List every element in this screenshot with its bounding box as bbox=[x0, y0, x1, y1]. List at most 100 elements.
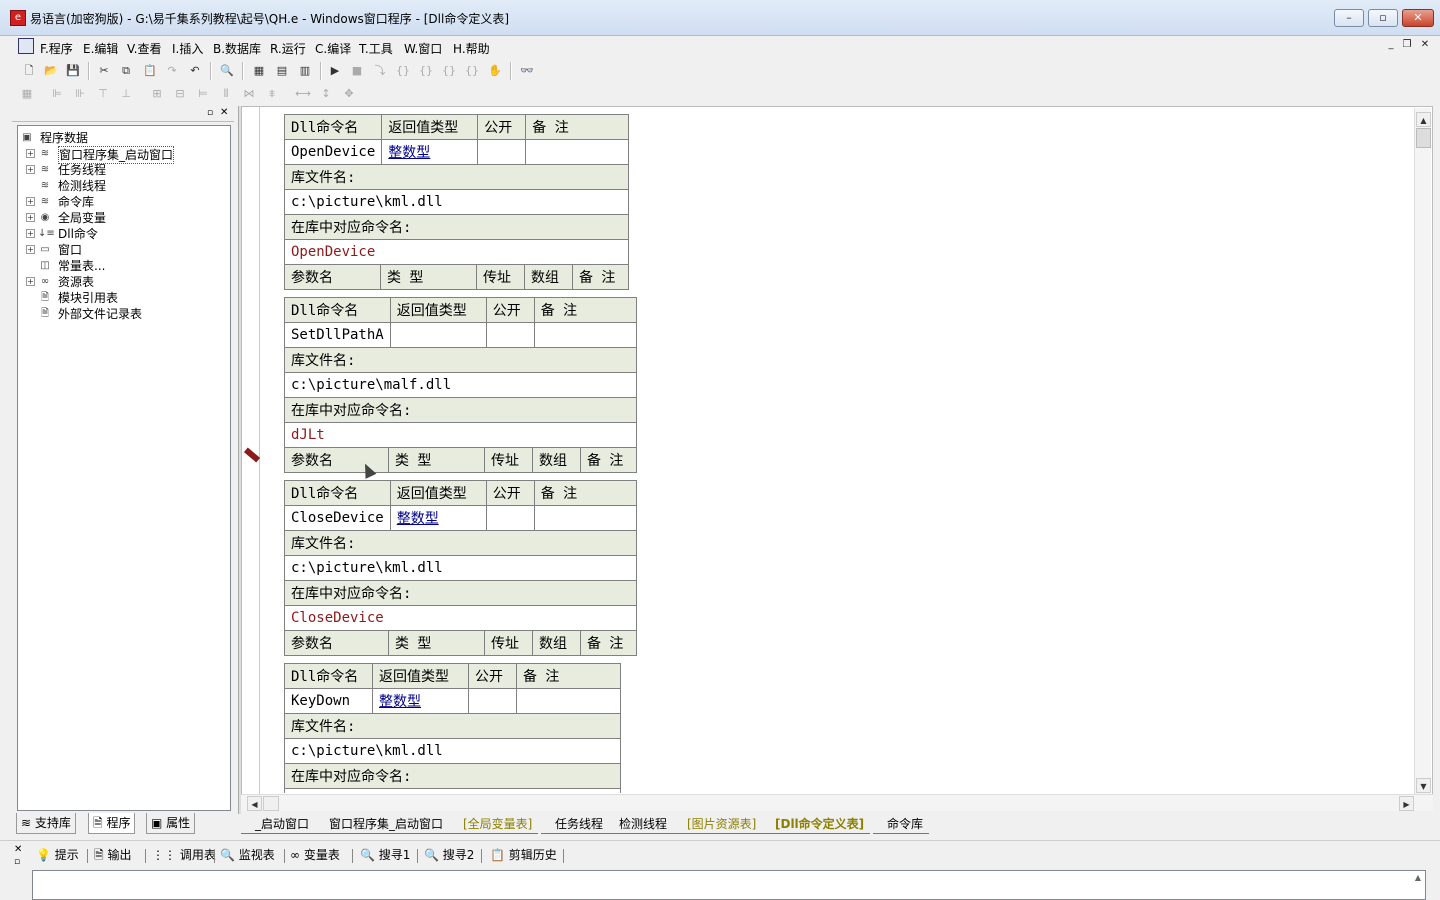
dll-name-cell[interactable]: CloseDevice bbox=[284, 505, 391, 531]
tree-item[interactable]: ≋ 检测线程 bbox=[26, 178, 226, 194]
dll-return-type[interactable]: 整数型 bbox=[381, 139, 479, 165]
tree-item[interactable]: + ▭ 窗口 bbox=[26, 242, 226, 258]
layout1-icon[interactable]: ▦ bbox=[250, 62, 268, 80]
same-width-icon[interactable]: ⊨ bbox=[194, 85, 212, 103]
expand-icon[interactable]: + bbox=[26, 277, 35, 286]
menu-view[interactable]: V.查看 bbox=[127, 40, 161, 57]
paste-icon[interactable]: 📋 bbox=[141, 62, 159, 80]
output-area[interactable]: ▲ bbox=[32, 870, 1426, 900]
expand-icon[interactable]: + bbox=[26, 165, 35, 174]
binoculars-icon[interactable]: 👓 bbox=[518, 62, 536, 80]
mdi-restore-icon[interactable]: ❐ bbox=[1400, 39, 1414, 53]
panel-pin-icon[interactable]: ▫ bbox=[207, 108, 213, 118]
dll-name-cell[interactable]: OpenDevice bbox=[283, 139, 383, 165]
tree-item[interactable]: 🗎 模块引用表 bbox=[26, 290, 226, 306]
align-bottom-icon[interactable]: ⊥ bbox=[117, 85, 135, 103]
tab-task-thread[interactable]: 任务线程 bbox=[541, 815, 610, 834]
align-top-icon[interactable]: ⊤ bbox=[94, 85, 112, 103]
run-icon[interactable]: ▶ bbox=[326, 62, 344, 80]
dll-note-cell[interactable] bbox=[533, 505, 638, 531]
dll-lib-path[interactable]: c:\picture\malf.dll bbox=[284, 372, 637, 398]
document-icon[interactable] bbox=[18, 38, 34, 54]
dll-public-cell[interactable] bbox=[477, 139, 527, 165]
panel-close-icon[interactable]: ✕ bbox=[14, 844, 22, 855]
mdi-minimize-icon[interactable]: _ bbox=[1384, 39, 1398, 53]
size-height-icon[interactable]: ↕ bbox=[317, 85, 335, 103]
step-icon[interactable]: ⤵ bbox=[371, 62, 389, 80]
tree-item[interactable]: + ≋ 命令库 bbox=[26, 194, 226, 210]
scroll-up-icon[interactable]: ▲ bbox=[1416, 112, 1431, 127]
tab-variables[interactable]: ∞ 变量表 bbox=[290, 847, 340, 863]
scroll-down-icon[interactable]: ▼ bbox=[1416, 778, 1431, 793]
scroll-thumb[interactable] bbox=[1416, 128, 1431, 148]
scroll-right-icon[interactable]: ▶ bbox=[1399, 796, 1414, 811]
panel-pin-icon[interactable]: ▫ bbox=[14, 857, 20, 867]
horizontal-scrollbar[interactable]: ◀ ▶ bbox=[241, 794, 1433, 811]
close-button[interactable]: ✕ bbox=[1402, 9, 1434, 27]
layout2-icon[interactable]: ▤ bbox=[273, 62, 291, 80]
copy-icon[interactable]: ⧉ bbox=[117, 62, 135, 80]
dll-func-name[interactable] bbox=[284, 788, 621, 793]
expand-icon[interactable]: + bbox=[26, 197, 35, 206]
tree-item[interactable]: + ◉ 全局变量 bbox=[26, 210, 226, 226]
menu-database[interactable]: B.数据库 bbox=[213, 40, 261, 57]
open-folder-icon[interactable]: 📂 bbox=[42, 62, 60, 80]
dll-note-cell[interactable] bbox=[533, 322, 638, 348]
app-logo-icon[interactable]: e bbox=[10, 10, 26, 26]
hand-icon[interactable]: ✋ bbox=[486, 62, 504, 80]
tree-item[interactable]: + ∞ 资源表 bbox=[26, 274, 226, 290]
dll-return-type[interactable]: 整数型 bbox=[372, 688, 469, 714]
menu-edit[interactable]: E.编辑 bbox=[83, 40, 118, 57]
tab-check-thread[interactable]: 检测线程 bbox=[605, 815, 674, 834]
cut-icon[interactable]: ✂ bbox=[95, 62, 113, 80]
step-over-icon[interactable]: {} bbox=[417, 62, 435, 80]
tree-item[interactable]: + ≋ 任务线程 bbox=[26, 162, 226, 178]
size-width-icon[interactable]: ⟷ bbox=[294, 85, 312, 103]
save-icon[interactable]: 💾 bbox=[64, 62, 82, 80]
tree-item[interactable]: + ≋ 窗口程序集_启动窗口 bbox=[26, 146, 226, 164]
minimize-button[interactable]: – bbox=[1334, 9, 1364, 27]
tab-clipboard-history[interactable]: 📋 剪辑历史 bbox=[490, 847, 557, 863]
dll-func-name[interactable]: CloseDevice bbox=[284, 605, 637, 631]
run-to-cursor-icon[interactable]: {} bbox=[463, 62, 481, 80]
tab-command-library[interactable]: 命令库 bbox=[873, 815, 930, 834]
dll-name-cell[interactable]: KeyDown bbox=[284, 688, 373, 714]
maximize-button[interactable]: ▫ bbox=[1368, 9, 1398, 27]
grid-icon[interactable]: ▦ bbox=[18, 85, 36, 103]
tab-global-variables[interactable]: [全局变量表] bbox=[449, 815, 539, 834]
menu-run[interactable]: R.运行 bbox=[270, 40, 306, 57]
tab-startup-window[interactable]: _启动窗口 bbox=[241, 815, 316, 834]
space-h-icon[interactable]: ⋈ bbox=[240, 85, 258, 103]
tab-properties[interactable]: ▣ 属性 bbox=[146, 813, 196, 834]
dll-note-cell[interactable] bbox=[516, 688, 621, 714]
tab-support-library[interactable]: ≋ 支持库 bbox=[16, 813, 76, 834]
find-icon[interactable]: 🔍 bbox=[218, 62, 236, 80]
tree-item[interactable]: 🗎 外部文件记录表 bbox=[26, 306, 226, 322]
dll-public-cell[interactable] bbox=[468, 688, 517, 714]
new-file-icon[interactable]: 🗋 bbox=[20, 62, 38, 80]
menu-window[interactable]: W.窗口 bbox=[404, 40, 442, 57]
dll-note-cell[interactable] bbox=[525, 139, 629, 165]
menu-compile[interactable]: C.编译 bbox=[315, 40, 351, 57]
dll-public-cell[interactable] bbox=[485, 505, 535, 531]
redo-icon[interactable]: ↷ bbox=[163, 62, 181, 80]
step-into-icon[interactable]: {} bbox=[394, 62, 412, 80]
tab-program[interactable]: 🗎 程序 bbox=[88, 813, 136, 834]
dll-public-cell[interactable] bbox=[485, 322, 535, 348]
tree-item[interactable]: ◫ 常量表... bbox=[26, 258, 226, 274]
scroll-up-icon[interactable]: ▲ bbox=[1415, 873, 1421, 882]
dll-return-type[interactable]: 整数型 bbox=[389, 505, 487, 531]
center-v-icon[interactable]: ⊟ bbox=[171, 85, 189, 103]
expand-icon[interactable]: + bbox=[26, 229, 35, 238]
align-right-icon[interactable]: ⊪ bbox=[71, 85, 89, 103]
dll-lib-path[interactable]: c:\picture\kml.dll bbox=[284, 738, 621, 764]
menu-tools[interactable]: T.工具 bbox=[359, 40, 393, 57]
dll-lib-path[interactable]: c:\picture\kml.dll bbox=[284, 555, 637, 581]
tree-item[interactable]: + ↓≡ Dll命令 bbox=[26, 226, 226, 242]
tab-output[interactable]: 🗎 输出 bbox=[94, 847, 131, 863]
panel-close-icon[interactable]: ✕ bbox=[220, 107, 228, 118]
same-height-icon[interactable]: ⫴ bbox=[217, 85, 235, 103]
tab-search1[interactable]: 🔍 搜寻1 bbox=[360, 847, 410, 863]
vertical-scrollbar[interactable]: ▲ ▼ bbox=[1414, 108, 1431, 796]
tab-call-stack[interactable]: ⋮⋮ 调用表 bbox=[152, 847, 216, 863]
